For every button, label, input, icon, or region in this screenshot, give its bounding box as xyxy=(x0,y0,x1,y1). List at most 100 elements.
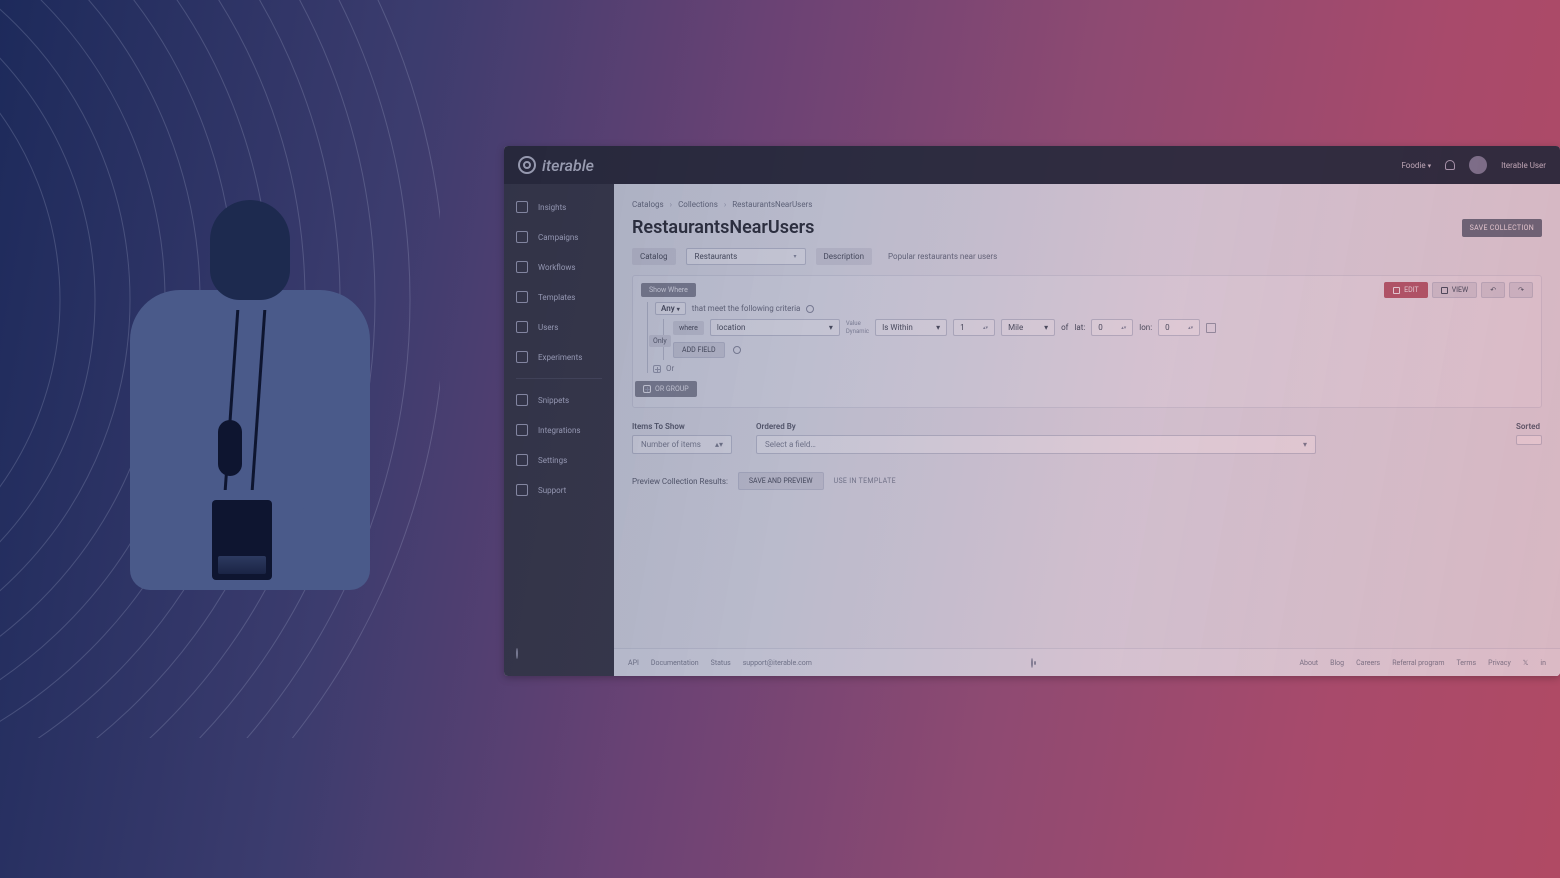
sidebar-item-campaigns[interactable]: Campaigns xyxy=(504,222,614,252)
preview-label: Preview Collection Results: xyxy=(632,477,728,486)
sidebar-item-settings[interactable]: Settings xyxy=(504,445,614,475)
brand[interactable]: iterable xyxy=(518,156,594,175)
sidebar-item-workflows[interactable]: Workflows xyxy=(504,252,614,282)
stepper-icon[interactable]: ▴▾ xyxy=(1121,326,1126,330)
items-to-show-input[interactable]: Number of items ▴▾ xyxy=(632,435,732,454)
distance-input[interactable]: 1▴▾ xyxy=(953,319,995,336)
sorted-button[interactable] xyxy=(1516,435,1542,445)
flow-icon xyxy=(516,261,528,273)
sidebar-item-insights[interactable]: Insights xyxy=(504,192,614,222)
app-window: iterable Foodie ▾ Iterable User Insights… xyxy=(504,146,1560,676)
sorted-label: Sorted xyxy=(1516,422,1542,431)
brand-logo-icon xyxy=(518,156,536,174)
unit-select[interactable]: Mile▾ xyxy=(1001,319,1055,336)
crumb-catalogs[interactable]: Catalogs xyxy=(632,200,664,209)
meta-row: Catalog Restaurants ▾ Description Popula… xyxy=(632,248,1542,265)
save-and-preview-button[interactable]: SAVE AND PREVIEW xyxy=(738,472,824,490)
ordered-by-select[interactable]: Select a field… ▾ xyxy=(756,435,1316,454)
users-icon xyxy=(516,321,528,333)
topbar-right: Foodie ▾ Iterable User xyxy=(1401,156,1546,174)
criteria-row: where location▾ Value Dynamic Is Within▾… xyxy=(673,319,1533,336)
chevron-down-icon: ▾ xyxy=(829,323,833,332)
linkedin-icon[interactable]: in xyxy=(1540,659,1546,667)
footer-link-privacy[interactable]: Privacy xyxy=(1488,659,1511,667)
chart-icon xyxy=(516,201,528,213)
or-row[interactable]: Or xyxy=(653,364,1533,373)
sidebar-item-snippets[interactable]: Snippets xyxy=(504,385,614,415)
sidebar-item-experiments[interactable]: Experiments xyxy=(504,342,614,372)
collapse-icon[interactable] xyxy=(516,648,518,659)
bell-icon[interactable] xyxy=(1445,160,1455,170)
sidebar-separator xyxy=(516,378,602,379)
catalog-label: Catalog xyxy=(632,248,676,265)
footer-link-about[interactable]: About xyxy=(1299,659,1318,667)
footer-logo-icon xyxy=(1031,658,1033,668)
chevron-right-icon: › xyxy=(724,200,726,209)
ordered-by-label: Ordered By xyxy=(756,422,1492,431)
save-collection-button[interactable]: SAVE COLLECTION xyxy=(1462,219,1542,237)
footer-link-careers[interactable]: Careers xyxy=(1356,659,1380,667)
operator-select[interactable]: Is Within▾ xyxy=(875,319,947,336)
lifebuoy-icon xyxy=(516,484,528,496)
footer-link-status[interactable]: Status xyxy=(711,659,731,667)
sidebar-item-support[interactable]: Support xyxy=(504,475,614,505)
footer: API Documentation Status support@iterabl… xyxy=(614,648,1560,676)
sidebar-item-users[interactable]: Users xyxy=(504,312,614,342)
edit-mode-button[interactable]: EDIT xyxy=(1384,282,1428,298)
use-in-template-button[interactable]: USE IN TEMPLATE xyxy=(834,477,896,485)
project-switcher[interactable]: Foodie ▾ xyxy=(1401,161,1431,170)
plug-icon xyxy=(516,424,528,436)
items-to-show: Items To Show Number of items ▴▾ xyxy=(632,422,732,454)
chevron-down-icon: ▾ xyxy=(1428,162,1432,170)
footer-link-docs[interactable]: Documentation xyxy=(651,659,699,667)
ordered-by: Ordered By Select a field… ▾ xyxy=(756,422,1492,454)
or-group-button[interactable]: OR GROUP xyxy=(635,381,697,397)
chevron-down-icon: ▾ xyxy=(677,306,680,313)
description-input[interactable]: Popular restaurants near users xyxy=(882,249,1542,264)
stepper-icon[interactable]: ▴▾ xyxy=(1188,326,1193,330)
eye-icon xyxy=(1441,287,1448,294)
footer-link-api[interactable]: API xyxy=(628,659,639,667)
chevron-down-icon: ▾ xyxy=(936,323,940,332)
stepper-icon[interactable]: ▴▾ xyxy=(983,326,988,330)
catalog-select[interactable]: Restaurants ▾ xyxy=(686,248,806,265)
sidebar-footer xyxy=(504,639,614,668)
trash-icon[interactable] xyxy=(1206,323,1216,333)
chevron-right-icon: › xyxy=(670,200,672,209)
chevron-down-icon: ▾ xyxy=(1303,440,1307,449)
match-text: that meet the following criteria xyxy=(692,304,801,313)
footer-link-support-email[interactable]: support@iterable.com xyxy=(743,659,812,667)
undo-button[interactable]: ↶ xyxy=(1481,282,1505,298)
twitter-icon[interactable]: 𝕏 xyxy=(1523,659,1529,667)
sidebar-item-templates[interactable]: Templates xyxy=(504,282,614,312)
topbar: iterable Foodie ▾ Iterable User xyxy=(504,146,1560,184)
lat-input[interactable]: 0▴▾ xyxy=(1091,319,1133,336)
megaphone-icon xyxy=(516,231,528,243)
footer-link-blog[interactable]: Blog xyxy=(1330,659,1344,667)
redo-button[interactable]: ↷ xyxy=(1509,282,1533,298)
lon-input[interactable]: 0▴▾ xyxy=(1158,319,1200,336)
stepper-icon[interactable]: ▴▾ xyxy=(715,440,723,449)
lon-label: lon: xyxy=(1139,323,1152,332)
flask-icon xyxy=(516,351,528,363)
view-mode-button[interactable]: VIEW xyxy=(1432,282,1478,298)
gear-icon[interactable] xyxy=(733,346,741,354)
gear-icon xyxy=(516,454,528,466)
brand-name: iterable xyxy=(542,156,594,175)
of-label: of xyxy=(1061,323,1068,332)
sidebar-item-integrations[interactable]: Integrations xyxy=(504,415,614,445)
footer-link-referral[interactable]: Referral program xyxy=(1392,659,1444,667)
preview-row: Preview Collection Results: SAVE AND PRE… xyxy=(632,472,1542,490)
crumb-collections[interactable]: Collections xyxy=(678,200,718,209)
undo-icon: ↶ xyxy=(1490,286,1496,294)
add-field-button[interactable]: ADD FIELD xyxy=(673,342,725,358)
value-mode-label: Value Dynamic xyxy=(846,320,869,336)
footer-link-terms[interactable]: Terms xyxy=(1456,659,1476,667)
plus-icon xyxy=(643,385,651,393)
match-any-select[interactable]: Any ▾ xyxy=(655,302,686,315)
field-select[interactable]: location▾ xyxy=(710,319,840,336)
speaker-photo-placeholder xyxy=(60,180,380,680)
gear-icon[interactable] xyxy=(806,305,814,313)
avatar[interactable] xyxy=(1469,156,1487,174)
pencil-icon xyxy=(1393,287,1400,294)
